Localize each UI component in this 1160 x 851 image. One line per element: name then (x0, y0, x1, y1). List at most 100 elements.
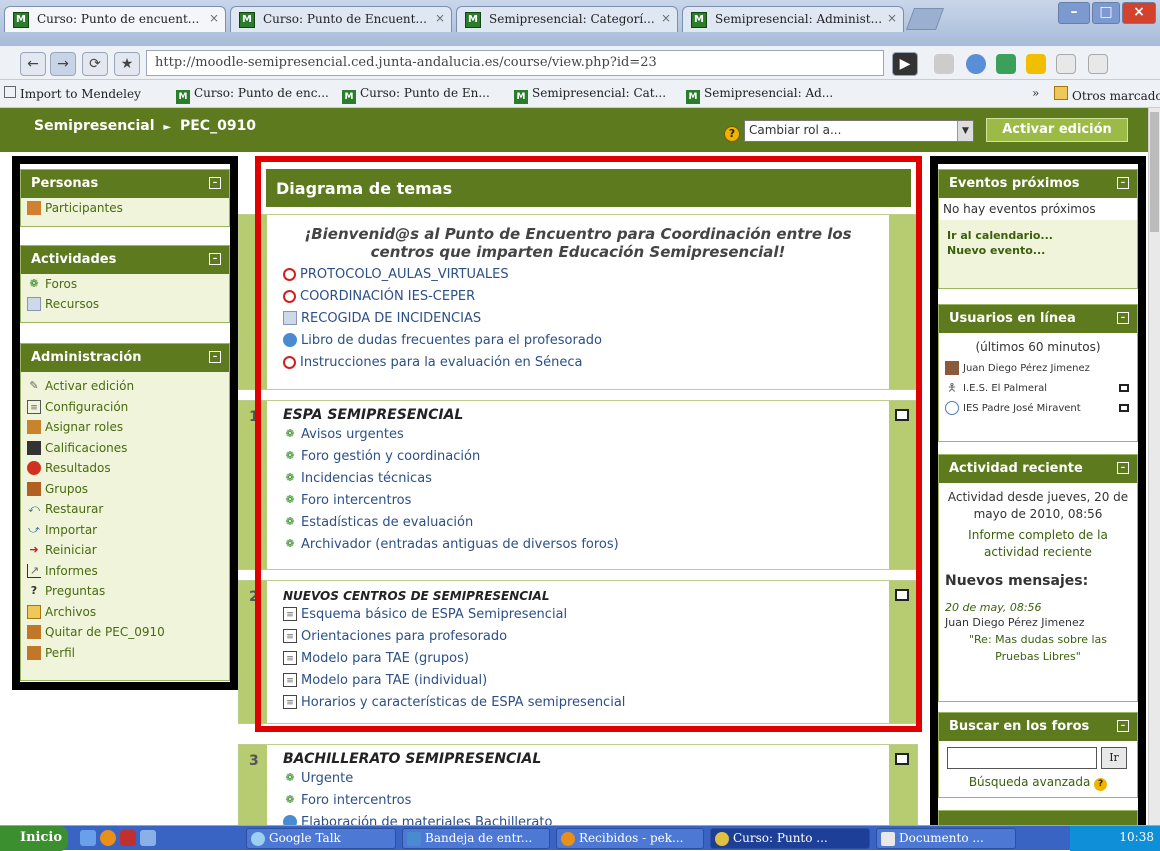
message-icon[interactable] (1119, 404, 1129, 412)
moodle-favicon-icon: M (239, 12, 255, 28)
chat-icon (251, 832, 265, 846)
new-tab-button[interactable] (905, 8, 945, 30)
collapse-icon[interactable]: – (209, 351, 221, 363)
highlight-section-icon[interactable] (895, 753, 909, 765)
user-icon (945, 401, 959, 415)
resources-link[interactable]: Recursos (21, 294, 229, 314)
collapse-icon[interactable]: – (1117, 312, 1129, 324)
taskbar-item[interactable]: Curso: Punto ... (710, 828, 870, 849)
close-tab-icon[interactable]: × (661, 11, 671, 25)
forum-link[interactable]: ❁ Foro intercentros (239, 789, 917, 811)
admin-item-grupos[interactable]: Grupos (21, 479, 229, 500)
edit-mode-button[interactable]: Activar edición (986, 118, 1128, 142)
bookmark[interactable]: M Curso: Punto de enc... (176, 86, 329, 104)
start-button[interactable]: Inicio (0, 826, 68, 851)
play-icon[interactable]: ▶ (892, 52, 918, 76)
extension-icon[interactable] (934, 54, 954, 74)
restore-icon: ⤺ (28, 502, 40, 516)
quick-launch-icon[interactable] (80, 830, 96, 846)
admin-item-configuracion[interactable]: ≡ Configuración (21, 397, 229, 418)
collapse-icon[interactable]: – (209, 177, 221, 189)
bookmark-star-icon[interactable]: ★ (114, 52, 140, 76)
forum-link[interactable]: ❁ Urgente (239, 767, 917, 789)
forum-icon: ❁ (29, 277, 39, 290)
online-user[interactable]: Juan Diego Pérez Jimenez (939, 358, 1137, 378)
bookmark[interactable]: M Semipresencial: Ad... (686, 86, 833, 104)
bookmark[interactable]: Import to Mendeley (4, 86, 141, 101)
forum-search-input[interactable] (947, 747, 1097, 769)
address-bar[interactable]: http://moodle-semipresencial.ced.junta-a… (146, 50, 884, 76)
taskbar-item[interactable]: Bandeja de entr... (402, 828, 550, 849)
admin-item-archivos[interactable]: Archivos (21, 602, 229, 623)
online-user[interactable]: 🯅 I.E.S. El Palmeral (939, 378, 1137, 398)
resource-link[interactable]: Elaboración de materiales Bachillerato (239, 811, 917, 825)
browser-tab[interactable]: M Semipresencial: Administ... × (682, 6, 904, 32)
new-event-link[interactable]: Nuevo evento... (939, 243, 1137, 258)
close-tab-icon[interactable]: × (887, 11, 897, 25)
collapse-icon[interactable]: – (209, 253, 221, 265)
vertical-scrollbar[interactable] (1148, 108, 1160, 825)
back-arrow-icon[interactable]: ← (20, 52, 46, 76)
collapse-icon[interactable]: – (1117, 177, 1129, 189)
forums-link[interactable]: ❁ Foros (21, 274, 229, 294)
admin-item-quitar[interactable]: Quitar de PEC_0910 (21, 622, 229, 643)
quick-launch-icon[interactable] (140, 830, 156, 846)
admin-item-asignar-roles[interactable]: Asignar roles (21, 417, 229, 438)
block-title: Usuarios en línea (949, 311, 1076, 326)
admin-item-activar-edicion[interactable]: ✎ Activar edición (21, 376, 229, 397)
help-icon[interactable]: ? (1094, 778, 1108, 791)
collapse-icon[interactable]: – (1117, 462, 1129, 474)
post-link[interactable]: "Re: Mas dudas sobre las Pruebas Libres" (939, 631, 1137, 669)
maximize-icon[interactable]: □ (1092, 2, 1120, 24)
groups-icon (27, 481, 41, 496)
breadcrumb-site[interactable]: Semipresencial (34, 118, 155, 134)
admin-item-restaurar[interactable]: ⤺ Restaurar (21, 499, 229, 520)
taskbar-item[interactable]: Recibidos - pek... (556, 828, 704, 849)
other-bookmarks[interactable]: Otros marcadores (1054, 86, 1160, 103)
quick-launch-icon[interactable] (120, 830, 136, 846)
forward-arrow-icon[interactable]: → (50, 52, 76, 76)
admin-item-reiniciar[interactable]: ➜ Reiniciar (21, 540, 229, 561)
scrollbar-thumb[interactable] (1150, 112, 1159, 232)
bookmarks-overflow[interactable]: » (1032, 86, 1039, 100)
extension-icon[interactable] (966, 54, 986, 74)
browser-tab[interactable]: M Curso: Punto de encuent... × (4, 6, 226, 32)
browser-tab[interactable]: M Curso: Punto de Encuent... × (230, 6, 452, 32)
help-icon[interactable]: ? (724, 126, 740, 142)
admin-item-calificaciones[interactable]: Calificaciones (21, 438, 229, 459)
page-menu-icon[interactable] (1056, 54, 1076, 74)
minimize-icon[interactable]: – (1058, 2, 1090, 24)
role-select[interactable]: Cambiar rol a... ▼ (744, 120, 974, 142)
taskbar-item[interactable]: Google Talk (246, 828, 396, 849)
collapse-icon[interactable]: – (1117, 720, 1129, 732)
full-report-link[interactable]: Informe completo de la actividad recient… (939, 527, 1137, 565)
search-go-button[interactable]: Ir (1101, 747, 1127, 769)
bookmark[interactable]: M Curso: Punto de En... (342, 86, 490, 104)
admin-item-resultados[interactable]: Resultados (21, 458, 229, 479)
tab-title: Semipresencial: Administ... (715, 12, 883, 26)
import-icon: ⤻ (28, 522, 40, 536)
close-tab-icon[interactable]: × (209, 11, 219, 25)
admin-item-informes[interactable]: ↗ Informes (21, 561, 229, 582)
wrench-icon[interactable] (1088, 54, 1108, 74)
extension-icon[interactable] (996, 54, 1016, 74)
message-icon[interactable] (1119, 384, 1129, 392)
admin-item-perfil[interactable]: Perfil (21, 643, 229, 664)
bookmark-label: Import to Mendeley (20, 87, 141, 101)
taskbar-item[interactable]: Documento ... (876, 828, 1016, 849)
participants-link[interactable]: Participantes (21, 198, 229, 218)
browser-tab[interactable]: M Semipresencial: Categorí... × (456, 6, 678, 32)
close-tab-icon[interactable]: × (435, 11, 445, 25)
item-label: Archivos (45, 604, 97, 619)
extension-icon[interactable] (1026, 54, 1046, 74)
reload-icon[interactable]: ⟳ (82, 52, 108, 76)
calendar-link[interactable]: Ir al calendario... (939, 228, 1137, 243)
item-label: Asignar roles (45, 420, 124, 435)
bookmark[interactable]: M Semipresencial: Cat... (514, 86, 666, 104)
close-window-icon[interactable]: × (1122, 2, 1156, 24)
advanced-search-link[interactable]: Búsqueda avanzada ? (939, 771, 1137, 791)
admin-item-preguntas[interactable]: ? Preguntas (21, 581, 229, 602)
admin-item-importar[interactable]: ⤻ Importar (21, 520, 229, 541)
quick-launch-icon[interactable] (100, 830, 116, 846)
online-user[interactable]: IES Padre José Miravent (939, 398, 1137, 418)
